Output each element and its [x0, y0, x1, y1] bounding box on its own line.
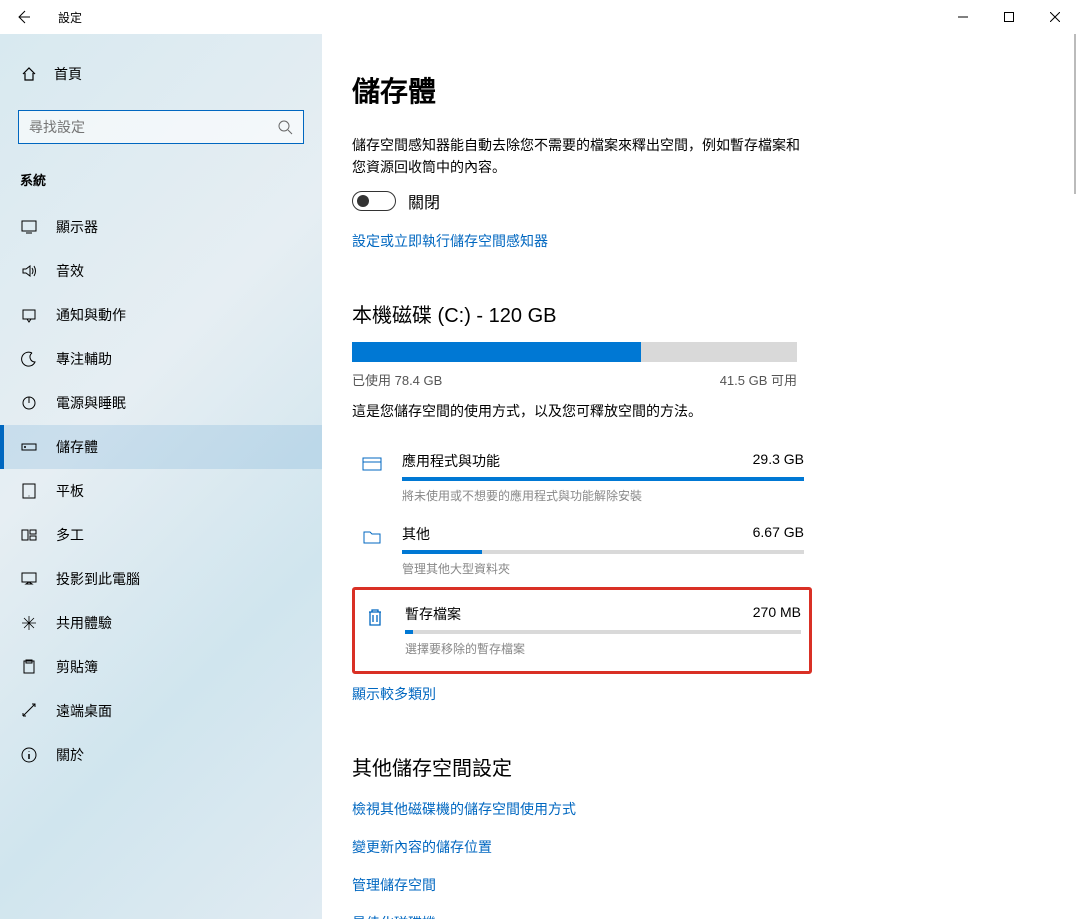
nav-label: 顯示器 [56, 217, 98, 237]
trash-icon [363, 604, 387, 628]
search-input[interactable] [18, 110, 304, 144]
search-field[interactable] [29, 119, 277, 135]
nav-label: 電源與睡眠 [56, 393, 126, 413]
category-other[interactable]: 其他 6.67 GB 管理其他大型資料夾 [352, 514, 812, 587]
storage-sense-toggle[interactable] [352, 191, 396, 211]
disk-description: 這是您儲存空間的使用方式，以及您可釋放空間的方法。 [352, 401, 1038, 421]
disk-heading: 本機磁碟 (C:) - 120 GB [352, 299, 1038, 328]
disk-usage-bar [352, 342, 797, 362]
tablet-icon [20, 482, 38, 500]
clipboard-icon [20, 658, 38, 676]
back-button[interactable] [8, 2, 38, 32]
disk-free-label: 41.5 GB 可用 [720, 370, 797, 389]
notification-icon [20, 306, 38, 324]
sidebar: 首頁 系統 顯示器 音效 通知與動作 專注輔助 電源與睡眠 儲存體 [0, 34, 322, 919]
category-temp-files[interactable]: 暫存檔案 270 MB 選擇要移除的暫存檔案 [352, 587, 812, 674]
category-size: 6.67 GB [753, 524, 804, 544]
share-icon [20, 614, 38, 632]
category-sub: 管理其他大型資料夾 [402, 560, 804, 577]
disk-used-label: 已使用 78.4 GB [352, 370, 442, 389]
sidebar-item-projecting[interactable]: 投影到此電腦 [0, 557, 322, 601]
sidebar-item-multitask[interactable]: 多工 [0, 513, 322, 557]
sidebar-item-about[interactable]: 關於 [0, 733, 322, 777]
sidebar-item-tablet[interactable]: 平板 [0, 469, 322, 513]
configure-storage-sense-link[interactable]: 設定或立即執行儲存空間感知器 [352, 231, 548, 251]
home-icon [20, 66, 38, 82]
disk-usage-fill [352, 342, 641, 362]
toggle-state-label: 關閉 [408, 189, 440, 213]
multitask-icon [20, 526, 38, 544]
power-icon [20, 394, 38, 412]
info-icon [20, 746, 38, 764]
nav-label: 平板 [56, 481, 84, 501]
folder-icon [360, 524, 384, 548]
nav-label: 專注輔助 [56, 349, 112, 369]
category-sub: 選擇要移除的暫存檔案 [405, 640, 801, 657]
nav-label: 遠端桌面 [56, 701, 112, 721]
page-title: 儲存體 [352, 70, 1038, 110]
sidebar-item-remote[interactable]: 遠端桌面 [0, 689, 322, 733]
nav-label: 音效 [56, 261, 84, 281]
category-name: 應用程式與功能 [402, 451, 500, 471]
nav-label: 多工 [56, 525, 84, 545]
close-button[interactable] [1032, 1, 1078, 33]
home-button[interactable]: 首頁 [0, 56, 322, 92]
nav-label: 通知與動作 [56, 305, 126, 325]
content-area: 儲存體 儲存空間感知器能自動去除您不需要的檔案來釋出空間，例如暫存檔案和您資源回… [322, 34, 1078, 919]
nav-label: 共用體驗 [56, 613, 112, 633]
nav-label: 關於 [56, 745, 84, 765]
other-storage-heading: 其他儲存空間設定 [352, 752, 1038, 781]
sidebar-item-focus[interactable]: 專注輔助 [0, 337, 322, 381]
optimize-drives-link[interactable]: 最佳化磁碟機 [352, 913, 1038, 919]
show-more-link[interactable]: 顯示較多類別 [352, 684, 436, 704]
sound-icon [20, 262, 38, 280]
sidebar-item-clipboard[interactable]: 剪貼簿 [0, 645, 322, 689]
titlebar: 設定 [0, 0, 1078, 34]
category-sub: 將未使用或不想要的應用程式與功能解除安裝 [402, 487, 804, 504]
section-title: 系統 [0, 166, 322, 205]
remote-icon [20, 702, 38, 720]
apps-icon [360, 451, 384, 475]
moon-icon [20, 350, 38, 368]
sidebar-item-display[interactable]: 顯示器 [0, 205, 322, 249]
search-icon [277, 119, 293, 135]
sidebar-item-shared[interactable]: 共用體驗 [0, 601, 322, 645]
category-name: 其他 [402, 524, 430, 544]
home-label: 首頁 [54, 64, 82, 84]
maximize-button[interactable] [986, 1, 1032, 33]
sidebar-item-sound[interactable]: 音效 [0, 249, 322, 293]
storage-icon [20, 438, 38, 456]
project-icon [20, 570, 38, 588]
monitor-icon [20, 218, 38, 236]
nav-label: 投影到此電腦 [56, 569, 140, 589]
window-title: 設定 [58, 9, 82, 26]
category-size: 270 MB [753, 604, 801, 624]
sidebar-item-power[interactable]: 電源與睡眠 [0, 381, 322, 425]
disk-info: 已使用 78.4 GB 41.5 GB 可用 [352, 370, 797, 389]
sidebar-item-notifications[interactable]: 通知與動作 [0, 293, 322, 337]
category-name: 暫存檔案 [405, 604, 461, 624]
sidebar-item-storage[interactable]: 儲存體 [0, 425, 322, 469]
category-size: 29.3 GB [753, 451, 804, 471]
nav-label: 剪貼簿 [56, 657, 98, 677]
view-other-drives-link[interactable]: 檢視其他磁碟機的儲存空間使用方式 [352, 799, 1038, 819]
nav-label: 儲存體 [56, 437, 98, 457]
manage-storage-link[interactable]: 管理儲存空間 [352, 875, 1038, 895]
minimize-button[interactable] [940, 1, 986, 33]
change-save-location-link[interactable]: 變更新內容的儲存位置 [352, 837, 1038, 857]
window-controls [940, 1, 1078, 33]
storage-sense-description: 儲存空間感知器能自動去除您不需要的檔案來釋出空間，例如暫存檔案和您資源回收筒中的… [352, 134, 812, 179]
category-apps[interactable]: 應用程式與功能 29.3 GB 將未使用或不想要的應用程式與功能解除安裝 [352, 441, 812, 514]
scrollbar[interactable] [1074, 34, 1076, 194]
